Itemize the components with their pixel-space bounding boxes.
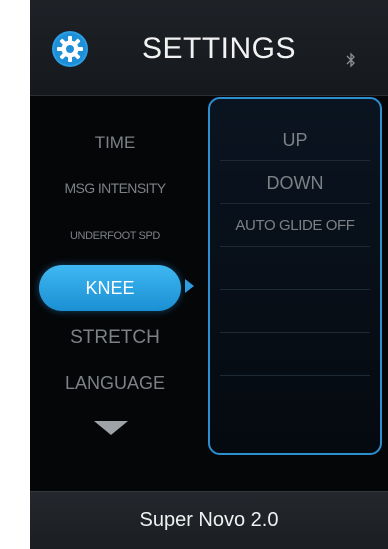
header-bar: SETTINGS [30, 0, 388, 96]
triangle-down-icon[interactable] [94, 421, 128, 435]
triangle-right-icon [185, 279, 194, 293]
model-name: Super Novo 2.0 [139, 509, 279, 531]
bluetooth-icon [346, 52, 355, 68]
menu-item-underfoot-spd[interactable]: UNDERFOOT SPD [30, 230, 200, 242]
option-auto-glide-off[interactable]: AUTO GLIDE OFF [220, 206, 370, 247]
gear-icon[interactable] [52, 31, 88, 67]
footer-bar: Super Novo 2.0 [30, 491, 388, 549]
menu-item-msg-intensity[interactable]: MSG INTENSITY [30, 180, 200, 196]
options-panel: UP DOWN AUTO GLIDE OFF [208, 97, 382, 455]
option-empty-slot [220, 249, 370, 290]
page-title: SETTINGS [142, 32, 297, 65]
menu-item-language[interactable]: LANGUAGE [30, 373, 200, 394]
option-down[interactable]: DOWN [220, 163, 370, 204]
option-up[interactable]: UP [220, 120, 370, 161]
option-empty-slot [220, 292, 370, 333]
option-empty-slot [220, 335, 370, 376]
option-empty-slot [220, 378, 370, 418]
menu-item-knee[interactable]: KNEE [39, 265, 181, 311]
menu-item-time[interactable]: TIME [30, 133, 200, 153]
menu-item-stretch[interactable]: STRETCH [30, 327, 200, 349]
settings-screen: SETTINGS TIME MSG INTENSITY UNDERFOOT SP… [30, 0, 388, 549]
